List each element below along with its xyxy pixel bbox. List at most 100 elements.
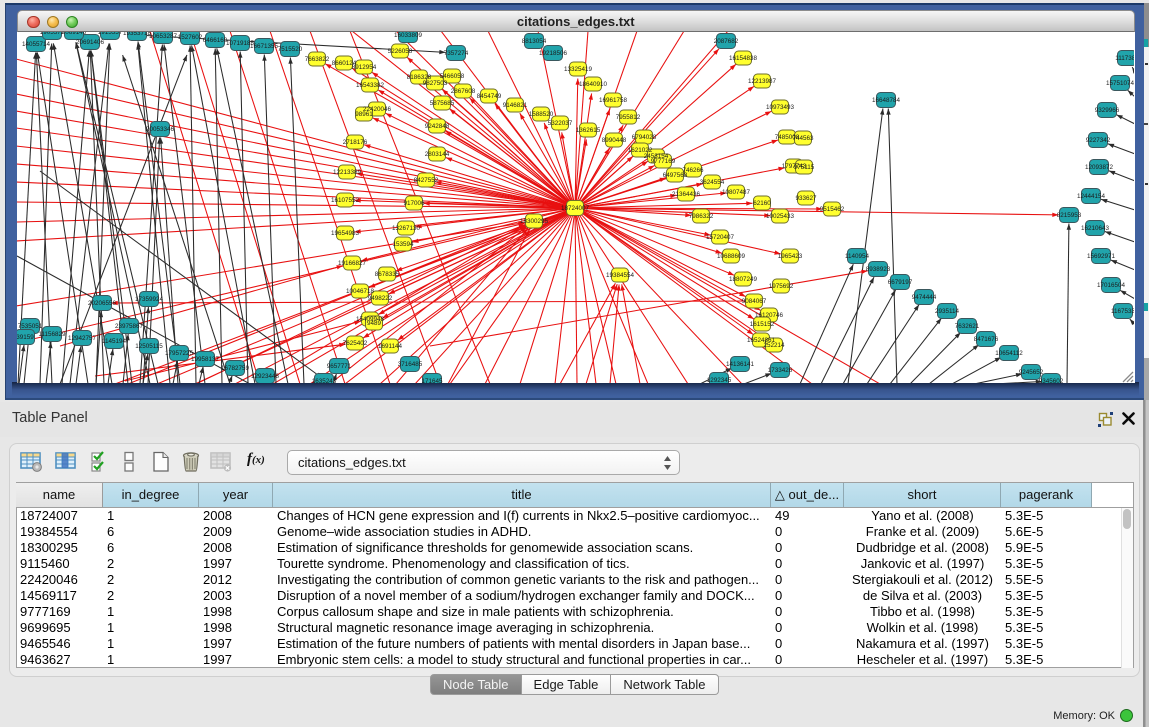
- svg-text:1167533: 1167533: [1111, 308, 1134, 315]
- svg-text:9245652: 9245652: [1019, 369, 1044, 376]
- svg-text:9489: 9489: [367, 320, 382, 327]
- svg-text:2087682: 2087682: [714, 38, 739, 45]
- svg-text:9084067: 9084067: [742, 298, 767, 305]
- svg-text:16033809: 16033809: [394, 32, 423, 39]
- svg-text:1733426: 1733426: [768, 367, 793, 374]
- svg-text:12923448: 12923448: [251, 373, 280, 380]
- svg-text:1588520: 1588520: [529, 111, 554, 118]
- svg-text:2935114: 2935114: [935, 308, 960, 315]
- svg-text:19384554: 19384554: [606, 272, 635, 279]
- svg-text:9146821: 9146821: [503, 102, 528, 109]
- svg-text:2069140: 2069140: [62, 32, 87, 36]
- svg-text:5226058: 5226058: [388, 48, 413, 55]
- svg-text:7535051: 7535051: [18, 323, 43, 330]
- svg-text:7955812: 7955812: [616, 114, 641, 121]
- svg-text:252214: 252214: [763, 342, 785, 349]
- svg-text:7357274: 7357274: [444, 50, 469, 57]
- svg-text:20691406: 20691406: [76, 39, 105, 46]
- svg-text:153594: 153594: [392, 241, 414, 248]
- svg-text:16107552: 16107552: [331, 197, 360, 204]
- svg-text:39159: 39159: [17, 334, 34, 341]
- svg-text:8427552: 8427552: [414, 177, 439, 184]
- svg-text:2718176: 2718176: [343, 139, 368, 146]
- svg-text:62160: 62160: [753, 200, 771, 207]
- svg-text:10654112: 10654112: [995, 350, 1023, 357]
- svg-text:16782759: 16782759: [221, 365, 250, 372]
- svg-text:18300295: 18300295: [520, 218, 549, 225]
- svg-text:1117384: 1117384: [1115, 55, 1134, 62]
- svg-text:8454749: 8454749: [477, 93, 502, 100]
- svg-text:16154838: 16154838: [729, 55, 758, 62]
- svg-text:1140954: 1140954: [845, 253, 870, 260]
- svg-text:9498222: 9498222: [368, 295, 393, 302]
- svg-text:19958137: 19958137: [191, 356, 220, 363]
- svg-text:9777169: 9777169: [651, 158, 676, 165]
- svg-text:8215953: 8215953: [1057, 212, 1082, 219]
- svg-text:18640910: 18640910: [579, 81, 608, 88]
- svg-text:9227342: 9227342: [1086, 137, 1111, 144]
- svg-text:2803144: 2803144: [425, 151, 450, 158]
- svg-text:8471676: 8471676: [974, 336, 999, 343]
- svg-text:8813054: 8813054: [522, 38, 547, 45]
- svg-text:8912954: 8912954: [352, 64, 377, 71]
- svg-text:19218506: 19218506: [539, 50, 568, 57]
- svg-text:1965423: 1965423: [778, 253, 803, 260]
- svg-text:9515462: 9515462: [820, 206, 845, 213]
- svg-text:19654983: 19654983: [331, 230, 360, 237]
- svg-text:16120746: 16120746: [755, 312, 784, 319]
- svg-text:16210643: 16210643: [1081, 225, 1110, 232]
- svg-text:11156829: 11156829: [38, 331, 66, 338]
- svg-text:3716485: 3716485: [398, 361, 423, 368]
- svg-text:1145194: 1145194: [102, 338, 127, 345]
- svg-text:15751074: 15751074: [1106, 80, 1134, 87]
- svg-text:1915557: 1915557: [98, 32, 123, 36]
- svg-text:16671355: 16671355: [250, 43, 279, 50]
- svg-text:7986322: 7986322: [689, 213, 714, 220]
- svg-text:933627: 933627: [795, 195, 817, 202]
- svg-text:1975692: 1975692: [769, 283, 794, 290]
- svg-text:16543382: 16543382: [356, 82, 385, 89]
- svg-text:9474444: 9474444: [912, 294, 937, 301]
- svg-text:1362615: 1362615: [576, 127, 601, 134]
- svg-text:13267130: 13267130: [392, 225, 421, 232]
- svg-text:975115: 975115: [794, 164, 815, 171]
- svg-text:917006: 917006: [403, 200, 425, 207]
- svg-text:6679197: 6679197: [888, 279, 913, 286]
- svg-text:6497568: 6497568: [663, 172, 688, 179]
- svg-text:10046718: 10046718: [346, 288, 375, 295]
- svg-text:15720407: 15720407: [706, 234, 735, 241]
- svg-text:1292345: 1292345: [707, 377, 732, 383]
- svg-text:21364436: 21364436: [672, 191, 701, 198]
- svg-text:171645: 171645: [421, 378, 443, 383]
- svg-text:12505115: 12505115: [135, 343, 163, 350]
- svg-text:9827503: 9827503: [423, 80, 448, 87]
- svg-text:18807249: 18807249: [729, 276, 758, 283]
- svg-text:8938923: 8938923: [866, 266, 891, 273]
- svg-text:12213987: 12213987: [748, 78, 777, 85]
- svg-text:17359924: 17359924: [135, 296, 164, 303]
- svg-text:12093872: 12093872: [1085, 164, 1114, 171]
- svg-text:744563: 744563: [792, 135, 814, 142]
- svg-text:16961758: 16961758: [599, 97, 628, 104]
- svg-text:3624554: 3624554: [700, 179, 725, 186]
- svg-text:6794028: 6794028: [632, 134, 657, 141]
- svg-text:5466058: 5466058: [440, 73, 465, 80]
- svg-text:8990448: 8990448: [602, 137, 627, 144]
- svg-text:10653287: 10653287: [149, 33, 178, 40]
- svg-text:7515520: 7515520: [278, 46, 303, 53]
- svg-text:12444154: 12444154: [1077, 193, 1106, 200]
- svg-text:19166827: 19166827: [338, 260, 367, 267]
- svg-text:1527602: 1527602: [178, 34, 203, 41]
- svg-text:6466160: 6466160: [203, 37, 228, 44]
- svg-text:8678335: 8678335: [375, 271, 400, 278]
- svg-text:2867608: 2867608: [451, 88, 476, 95]
- svg-text:18724007: 18724007: [561, 205, 590, 212]
- svg-text:12213389: 12213389: [333, 169, 362, 176]
- svg-text:15692971: 15692971: [1087, 253, 1116, 260]
- svg-text:14136141: 14136141: [726, 361, 755, 368]
- svg-text:5875685: 5875685: [430, 100, 455, 107]
- svg-text:7625402: 7625402: [343, 340, 368, 347]
- svg-text:1635243: 1635243: [312, 378, 337, 383]
- svg-text:16648784: 16648784: [872, 97, 901, 104]
- svg-text:10025433: 10025433: [766, 213, 795, 220]
